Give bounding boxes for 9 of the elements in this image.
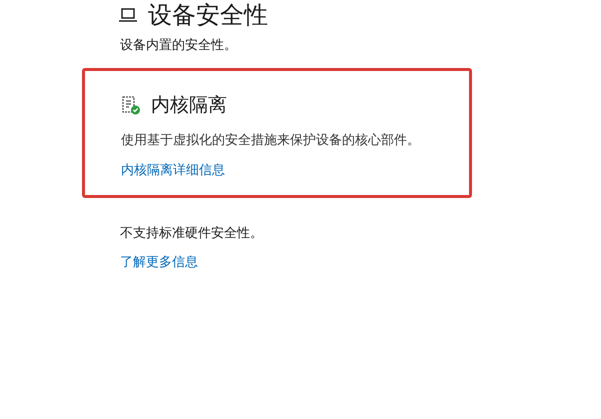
laptop-icon (118, 8, 138, 22)
details-link[interactable]: 内核隔离详细信息 (121, 160, 225, 180)
page-subtitle: 设备内置的安全性。 (120, 37, 238, 55)
chip-shield-icon (121, 94, 141, 115)
page-title: 设备安全性 (148, 0, 268, 30)
learn-more-link[interactable]: 了解更多信息 (120, 253, 198, 272)
hardware-status: 不支持标准硬件安全性。 (120, 224, 264, 242)
section-description: 使用基于虚拟化的安全措施来保护设备的核心部件。 (121, 132, 421, 150)
section-title: 内核隔离 (151, 92, 227, 118)
